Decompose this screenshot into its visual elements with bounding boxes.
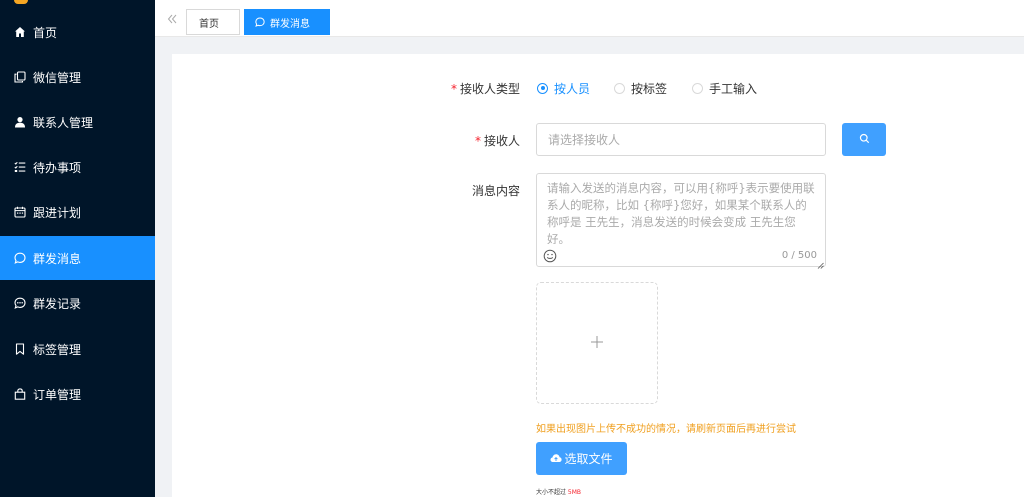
search-icon (859, 132, 870, 147)
sidebar-item-contacts[interactable]: 联系人管理 (0, 100, 155, 144)
bag-icon (14, 388, 26, 400)
sidebar-item-home[interactable]: 首页 (0, 10, 155, 54)
emoji-icon[interactable] (543, 249, 557, 263)
resize-handle-icon[interactable] (817, 258, 824, 269)
receiver-type-label: * 接收人类型 (450, 82, 520, 96)
radio-manual-input[interactable]: 手工输入 (692, 81, 758, 96)
sidebar-item-todo[interactable]: 待办事项 (0, 145, 155, 189)
radio-label: 按标签 (631, 81, 668, 96)
sidebar-item-label: 微信管理 (33, 70, 82, 85)
radio-by-person[interactable]: 按人员 (537, 81, 591, 96)
choose-file-button[interactable]: 选取文件 (536, 442, 627, 475)
bookmark-icon (14, 343, 26, 355)
sidebar-item-label: 群发记录 (33, 296, 82, 311)
sidebar-item-label: 待办事项 (33, 160, 82, 175)
tab-mass-message[interactable]: 群发消息 (244, 9, 330, 35)
radio-dot (537, 82, 548, 94)
double-chevron-left-icon[interactable] (165, 12, 179, 26)
message-textarea[interactable] (537, 174, 825, 244)
logo (14, 0, 28, 4)
sidebar-item-mass-message[interactable]: 群发消息 (0, 236, 155, 280)
search-receiver-button[interactable] (842, 123, 886, 156)
tab-home[interactable]: 首页 (186, 9, 240, 35)
radio-label: 按人员 (554, 81, 591, 96)
image-upload-box[interactable] (536, 282, 658, 404)
sidebar-item-label: 跟进计划 (33, 205, 82, 220)
checklist-icon (14, 161, 26, 173)
plus-icon (590, 335, 604, 352)
receiver-input[interactable] (536, 123, 826, 156)
char-counter: 0 / 500 (781, 250, 817, 261)
required-mark: * (474, 134, 481, 148)
user-icon (14, 116, 26, 128)
sidebar-item-label: 群发消息 (33, 251, 82, 266)
cloud-upload-icon (550, 452, 564, 466)
receiver-label: * 接收人 (474, 134, 520, 148)
chat-icon (14, 252, 26, 264)
tab-label: 首页 (199, 18, 219, 30)
required-mark: * (450, 82, 457, 96)
upload-warning-text: 如果出现图片上传不成功的情况，请刷新页面后再进行尝试 (536, 424, 796, 435)
sidebar-item-mass-record[interactable]: 群发记录 (0, 281, 155, 325)
sidebar-item-label: 首页 (33, 25, 58, 40)
radio-label: 手工输入 (709, 81, 758, 96)
sidebar-item-orders[interactable]: 订单管理 (0, 372, 155, 416)
chat-dots-icon (14, 297, 26, 309)
sidebar-item-label: 联系人管理 (33, 115, 94, 130)
sidebar-item-label: 订单管理 (33, 387, 82, 402)
message-textarea-wrapper: 0 / 500 (536, 173, 826, 269)
sidebar: 首页 微信管理 联系人管理 待办事项 跟进计划 群发消息 群发记录 标签管理 订… (0, 0, 155, 497)
radio-by-tag[interactable]: 按标签 (614, 81, 668, 96)
sidebar-item-wechat[interactable]: 微信管理 (0, 55, 155, 99)
copy-icon (14, 71, 26, 83)
message-label: 消息内容 (471, 184, 520, 198)
sidebar-item-label: 标签管理 (33, 342, 82, 357)
size-limit: 5MB (567, 489, 582, 496)
calendar-icon (14, 206, 26, 218)
radio-dot (692, 82, 703, 94)
tab-bar: 首页 群发消息 (155, 0, 1024, 37)
choose-file-label: 选取文件 (564, 452, 613, 466)
chat-icon (255, 17, 265, 27)
radio-dot (614, 82, 625, 94)
tab-label: 群发消息 (270, 18, 310, 30)
sidebar-item-follow-plan[interactable]: 跟进计划 (0, 190, 155, 234)
sidebar-item-tags[interactable]: 标签管理 (0, 327, 155, 371)
home-icon (14, 26, 26, 38)
file-size-tip: 大小不超过 5MB (536, 489, 582, 496)
